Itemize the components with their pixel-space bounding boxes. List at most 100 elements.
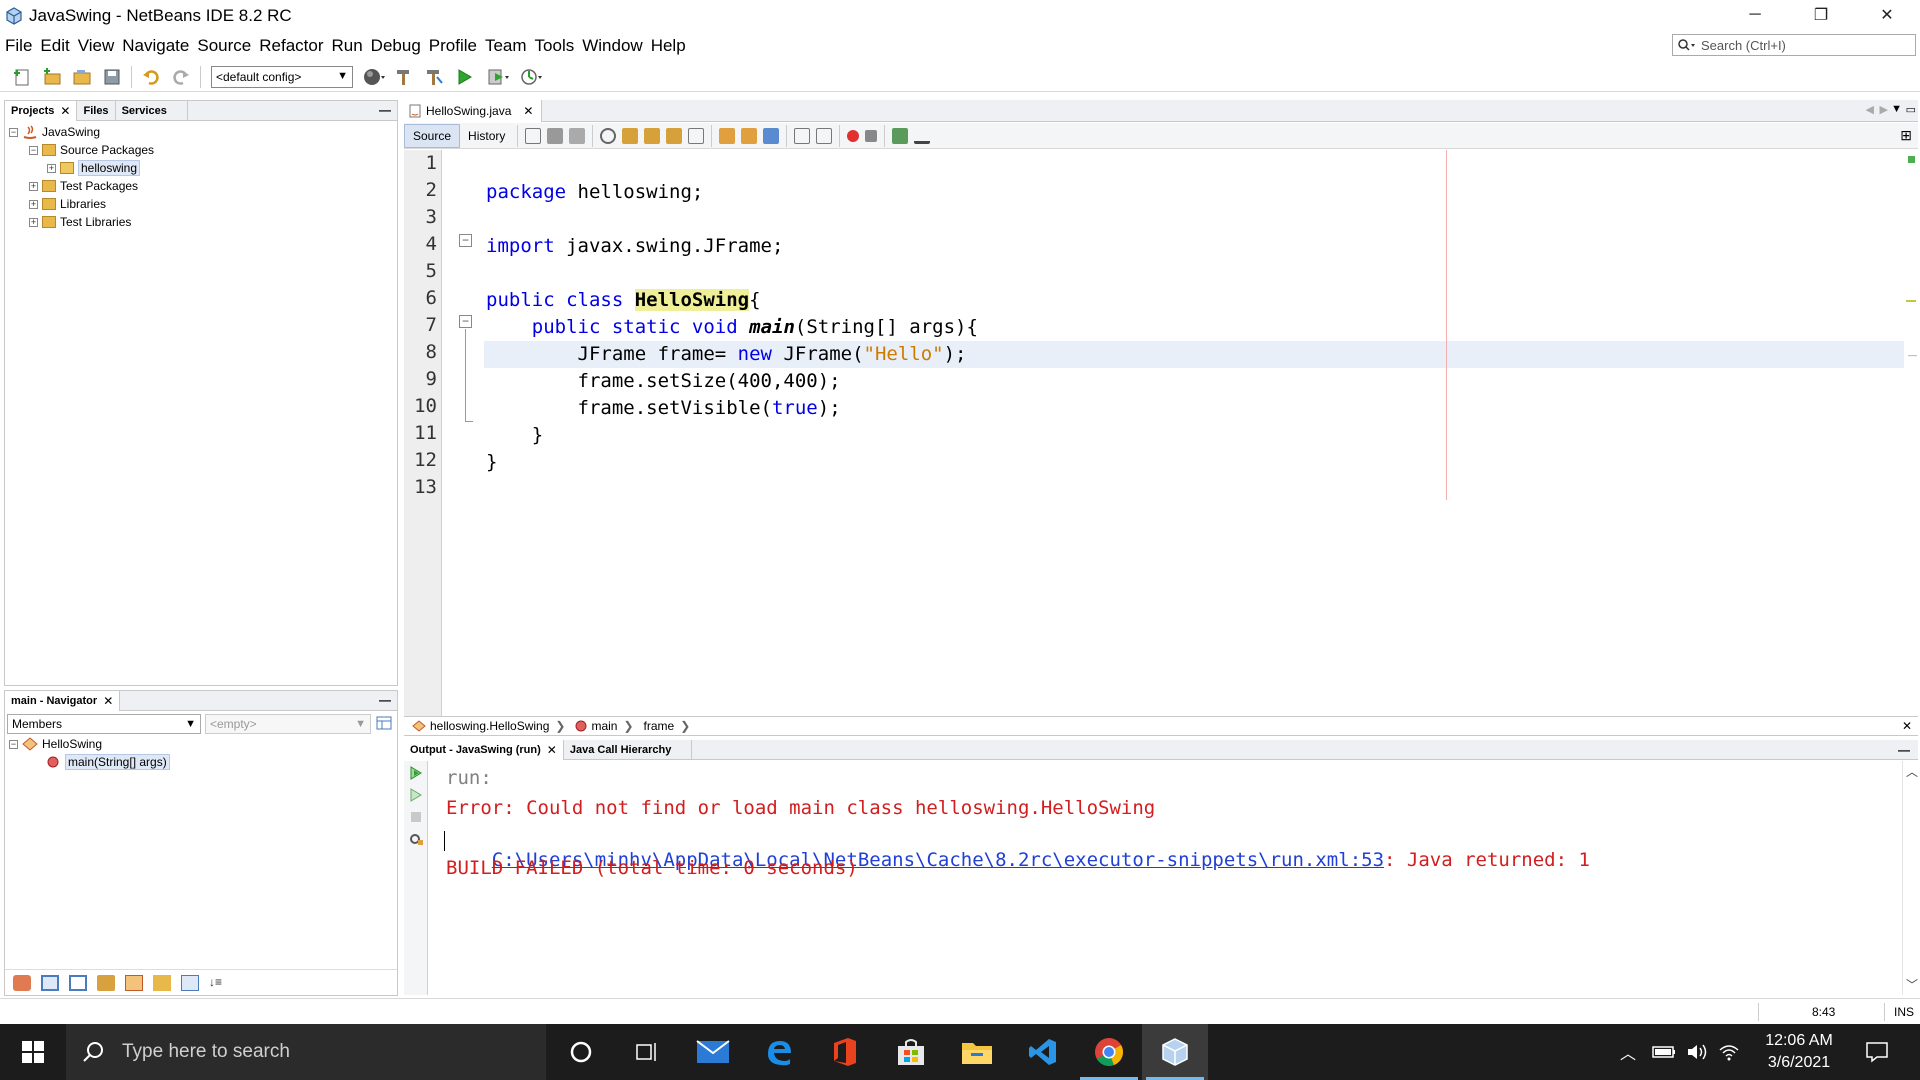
battery-icon[interactable] [1652, 1044, 1676, 1060]
nav-node-method[interactable]: main(String[] args) [47, 753, 170, 771]
start-macro-icon[interactable] [847, 129, 860, 142]
nav-node-class[interactable]: − HelloSwing [9, 735, 102, 753]
close-icon[interactable]: ✕ [60, 104, 70, 118]
toggle-rect-selection-icon[interactable] [688, 127, 705, 144]
source-tab[interactable]: Source [404, 123, 461, 148]
tab-output[interactable]: Output - JavaSwing (run) ✕ [404, 739, 564, 760]
config-select[interactable]: <default config> ▼ [211, 65, 353, 88]
sort-by-name-icon[interactable] [181, 974, 199, 991]
vscode-icon[interactable] [1010, 1024, 1076, 1080]
filter-inherited-icon[interactable] [13, 974, 31, 991]
tab-helloswing-java[interactable]: HelloSwing.java ✕ [404, 100, 542, 122]
close-icon[interactable]: ✕ [103, 694, 113, 708]
new-project-icon[interactable] [40, 65, 64, 89]
debug-icon[interactable] [487, 65, 511, 89]
tree-node-test-packages[interactable]: + Test Packages [29, 177, 138, 195]
menu-profile[interactable]: Profile [425, 36, 481, 56]
toggle-highlight-icon[interactable] [666, 127, 683, 144]
close-button[interactable]: ✕ [1854, 0, 1920, 30]
fold-toggle-icon[interactable]: − [459, 315, 472, 328]
breadcrumb-method[interactable]: main ❯ [575, 719, 634, 733]
minimize-panel-icon[interactable]: — [1898, 743, 1910, 757]
tab-files[interactable]: Files [77, 100, 116, 121]
menu-run[interactable]: Run [327, 36, 366, 56]
expand-toggle-icon[interactable]: + [29, 199, 38, 209]
restore-button[interactable]: ❐ [1788, 0, 1854, 30]
store-icon[interactable] [878, 1024, 944, 1080]
task-view-icon[interactable] [614, 1024, 680, 1080]
tab-services[interactable]: Services [116, 100, 188, 121]
filter-fields-icon[interactable] [41, 974, 59, 991]
globe-icon[interactable] [362, 65, 386, 89]
toggle-bookmark-icon[interactable] [763, 127, 780, 144]
file-explorer-icon[interactable] [944, 1024, 1010, 1080]
sort-by-source-icon[interactable]: ↓≡ [209, 975, 227, 991]
new-file-icon[interactable] [10, 65, 34, 89]
profile-icon[interactable] [520, 65, 544, 89]
menu-team[interactable]: Team [481, 36, 531, 56]
save-all-icon[interactable] [100, 65, 124, 89]
breadcrumb-class[interactable]: helloswing.HelloSwing ❯ [412, 719, 565, 733]
build-hammer-icon[interactable] [392, 65, 416, 89]
filter-select[interactable]: <empty> ▼ [205, 714, 371, 734]
filters-icon[interactable] [375, 714, 395, 734]
clean-build-icon[interactable] [422, 65, 446, 89]
tree-node-javaswing[interactable]: − JavaSwing [9, 123, 100, 141]
last-edit-icon[interactable] [525, 127, 542, 144]
undo-icon[interactable] [139, 65, 163, 89]
settings-icon[interactable] [408, 831, 424, 847]
netbeans-taskbar-icon[interactable] [1142, 1024, 1208, 1080]
caret-position[interactable]: 8:43 [1812, 1005, 1835, 1019]
filter-nonpublic-icon[interactable] [97, 974, 115, 991]
mail-icon[interactable] [680, 1024, 746, 1080]
expand-toggle-icon[interactable]: + [29, 181, 38, 191]
maximize-window-icon[interactable]: ▭ [1906, 103, 1916, 116]
minimize-panel-icon[interactable]: — [379, 693, 391, 707]
find-previous-icon[interactable] [622, 127, 639, 144]
show-opened-documents-icon[interactable]: ▼ [1891, 103, 1902, 115]
menu-debug[interactable]: Debug [367, 36, 425, 56]
wifi-icon[interactable] [1718, 1042, 1740, 1062]
cortana-icon[interactable] [548, 1024, 614, 1080]
run-icon[interactable] [452, 65, 476, 89]
open-project-icon[interactable] [70, 65, 94, 89]
tree-node-helloswing[interactable]: + helloswing [47, 159, 141, 177]
forward-icon[interactable] [569, 127, 586, 144]
tab-projects[interactable]: Projects ✕ [5, 100, 78, 121]
notifications-icon[interactable] [1852, 1024, 1902, 1080]
menu-file[interactable]: File [0, 36, 36, 56]
find-next-icon[interactable] [644, 127, 661, 144]
fold-toggle-icon[interactable]: − [459, 234, 472, 247]
scroll-tabs-right-icon[interactable]: ▶ [1880, 103, 1888, 116]
show-hidden-icons-icon[interactable]: ︿ [1620, 1040, 1636, 1064]
menu-navigate[interactable]: Navigate [118, 36, 193, 56]
shift-right-icon[interactable] [816, 127, 833, 144]
redo-icon[interactable] [169, 65, 193, 89]
code-editor[interactable]: package helloswing; import javax.swing.J… [484, 150, 1904, 716]
tree-node-libraries[interactable]: + Libraries [29, 195, 106, 213]
menu-view[interactable]: View [74, 36, 119, 56]
filter-static-icon[interactable] [69, 974, 87, 991]
output-console[interactable]: run: Error: Could not find or load main … [430, 761, 1902, 995]
scroll-up-icon[interactable]: ︿ [1906, 763, 1918, 780]
close-icon[interactable]: ✕ [1902, 719, 1912, 733]
start-button[interactable] [0, 1024, 66, 1080]
menu-tools[interactable]: Tools [531, 36, 579, 56]
mark-occurrence-icon[interactable] [1906, 300, 1916, 302]
search-input[interactable]: Search (Ctrl+I) [1672, 34, 1916, 56]
comment-icon[interactable] [892, 127, 909, 144]
tab-call-hierarchy[interactable]: Java Call Hierarchy [564, 739, 693, 760]
taskbar-clock[interactable]: 12:06 AM 3/6/2021 [1754, 1030, 1844, 1074]
split-editor-icon[interactable]: ⊞ [1900, 127, 1912, 144]
breadcrumb-variable[interactable]: frame ❯ [644, 719, 691, 733]
volume-icon[interactable] [1686, 1042, 1708, 1062]
tab-navigator[interactable]: main - Navigator ✕ [5, 690, 121, 711]
filter-package-icon[interactable] [153, 974, 171, 991]
office-icon[interactable] [812, 1024, 878, 1080]
menu-window[interactable]: Window [578, 36, 646, 56]
menu-refactor[interactable]: Refactor [255, 36, 327, 56]
collapse-toggle-icon[interactable]: − [29, 145, 38, 155]
next-bookmark-icon[interactable] [741, 127, 758, 144]
members-select[interactable]: Members ▼ [7, 714, 201, 734]
tree-node-source-packages[interactable]: − Source Packages [29, 141, 154, 159]
